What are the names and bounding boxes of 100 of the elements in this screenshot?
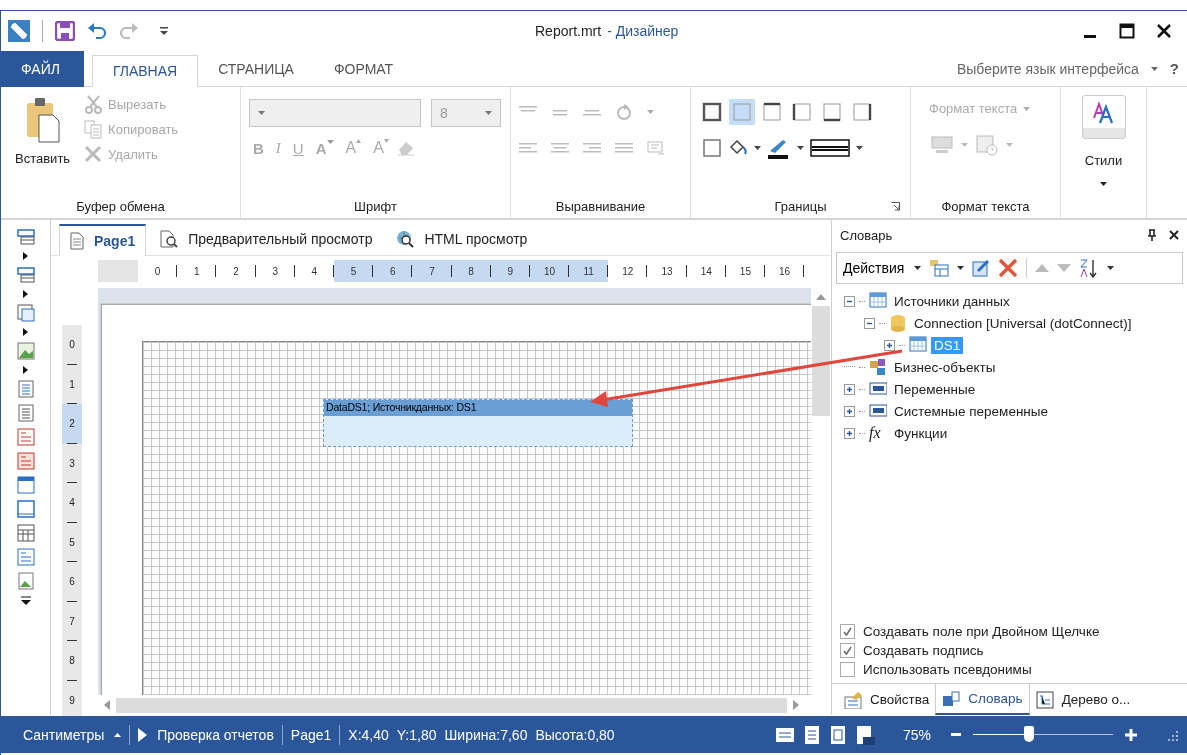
caret-icon [1023, 106, 1031, 111]
globe-search-icon [396, 230, 415, 248]
caret-icon [856, 146, 863, 150]
close-icon[interactable] [1157, 24, 1171, 38]
delete-icon[interactable] [998, 258, 1019, 278]
edit-icon[interactable] [972, 259, 991, 277]
document-tab[interactable]: HTML просмотр [386, 223, 538, 255]
group-label: Буфер обмена [76, 198, 165, 214]
caret-icon [258, 111, 265, 115]
actual-size-icon[interactable] [854, 724, 875, 745]
collapse-icon[interactable] [844, 295, 855, 307]
actions-menu-button[interactable]: Действия [843, 260, 922, 276]
function-icon: fx [869, 424, 887, 442]
border-box-icon[interactable] [702, 138, 722, 158]
ribbon-tab[interactable]: СТРАНИЦА [198, 51, 314, 87]
band-title: DataDS1; Источникданных: DS1 [324, 400, 632, 416]
single-page-icon[interactable] [828, 724, 847, 745]
scroll-left-icon[interactable] [104, 700, 110, 710]
pen-color-icon[interactable] [767, 137, 791, 159]
caret-icon [957, 266, 965, 270]
ruler-segment: 11 [569, 260, 609, 282]
checkbox[interactable] [840, 643, 855, 658]
check-icon [843, 646, 852, 655]
ribbon-tab[interactable]: ФАЙЛ [1, 51, 84, 87]
panel-tab[interactable]: Дерево о... [1029, 684, 1137, 715]
scrollbar-thumb[interactable] [812, 306, 830, 416]
business-objects-icon [869, 358, 887, 376]
language-dropdown[interactable]: Выберите язык интерфейса [956, 60, 1158, 77]
page-header-band-icon[interactable] [16, 228, 35, 246]
tree-item[interactable]: Бизнес-объекты [891, 358, 999, 376]
pin-icon[interactable] [1147, 229, 1157, 241]
line-style-icon[interactable] [810, 139, 850, 157]
ruler-segment: 7 [412, 260, 452, 282]
whole-page-icon[interactable] [802, 724, 821, 745]
paint-bucket-icon[interactable] [728, 139, 748, 157]
expand-icon[interactable] [844, 405, 855, 417]
ruler-segment: 6 [373, 260, 413, 282]
more-tools-icon[interactable] [19, 596, 32, 606]
picture-icon[interactable] [16, 342, 35, 360]
caret-up-icon [114, 732, 122, 737]
zoom-value: 75% [902, 726, 931, 743]
tree-item[interactable]: Системные переменные [891, 402, 1052, 420]
expand-arrow-icon[interactable] [23, 328, 28, 336]
document-tab[interactable]: Предварительный просмотр [150, 223, 383, 255]
ruler-segment: 13 [647, 260, 687, 282]
play-icon [138, 727, 148, 742]
tree-item[interactable]: Источники данных [891, 292, 1013, 310]
panel-tab[interactable]: Свойства [838, 684, 936, 715]
new-data-source-icon[interactable] [929, 259, 950, 277]
ruler-segment: 7 [62, 601, 82, 641]
ruler-segment: 6 [62, 562, 82, 602]
container-icon[interactable] [16, 500, 35, 518]
units-dropdown[interactable]: Сантиметры [23, 726, 122, 743]
tree-item[interactable]: Переменные [891, 380, 979, 398]
zoom-in-icon[interactable] [1125, 728, 1137, 741]
option-label: Создавать поле при Двойном Щелчке [863, 624, 1100, 639]
expand-icon[interactable] [844, 383, 855, 395]
tree-item[interactable]: Функции [891, 424, 951, 442]
table-icon[interactable] [16, 524, 35, 542]
paste-button[interactable]: Вставить [9, 93, 77, 194]
checkbox[interactable] [840, 662, 855, 677]
zoom-out-icon[interactable] [951, 732, 961, 737]
dialog-launcher-icon[interactable] [891, 202, 900, 211]
ribbon-tab[interactable]: ФОРМАТ [313, 51, 414, 87]
app-logo-icon[interactable] [8, 20, 30, 42]
expand-arrow-icon[interactable] [23, 366, 28, 374]
app-name: - Дизайнер [607, 23, 679, 39]
undo-icon[interactable] [87, 22, 107, 40]
styles-button[interactable]: Стили [1069, 91, 1138, 190]
expand-icon[interactable] [844, 427, 855, 439]
expand-icon[interactable] [884, 339, 895, 351]
expand-arrow-icon[interactable] [23, 290, 28, 298]
ribbon-tab[interactable]: ГЛАВНАЯ [91, 55, 199, 87]
image-icon[interactable] [16, 572, 35, 590]
ruler-segment: 4 [62, 483, 82, 523]
close-icon[interactable] [1169, 230, 1179, 240]
zoom-slider-thumb[interactable] [1024, 726, 1034, 742]
document-tab[interactable]: Page1 [59, 224, 147, 256]
panel-icon[interactable] [16, 476, 35, 494]
save-icon[interactable] [55, 21, 75, 41]
group-band-icon[interactable] [16, 266, 35, 284]
ruler-segment: 16 [765, 260, 805, 282]
scroll-right-icon[interactable] [793, 700, 799, 710]
cross-tab-icon[interactable] [16, 304, 35, 322]
caret-icon [326, 139, 334, 144]
rich-text-icon[interactable] [16, 452, 35, 470]
ruler-segment: 12 [608, 260, 648, 282]
maximize-icon[interactable] [1119, 23, 1135, 39]
caret-icon [1107, 266, 1115, 270]
ruler-segment: 5 [333, 260, 374, 282]
expand-arrow-icon[interactable] [23, 252, 28, 260]
scroll-up-icon[interactable] [816, 294, 826, 300]
checkbox[interactable] [840, 624, 855, 639]
customize-toolbar-icon[interactable] [159, 26, 169, 36]
tree-item[interactable]: Connection [Universal (dotConnect)] [911, 314, 1135, 332]
scrollbar-thumb[interactable] [116, 697, 787, 713]
caret-icon [485, 111, 492, 115]
report-check-button[interactable]: Проверка отчетов [138, 726, 274, 743]
help-button[interactable]: ? [1169, 60, 1179, 77]
collapse-icon[interactable] [864, 317, 875, 329]
